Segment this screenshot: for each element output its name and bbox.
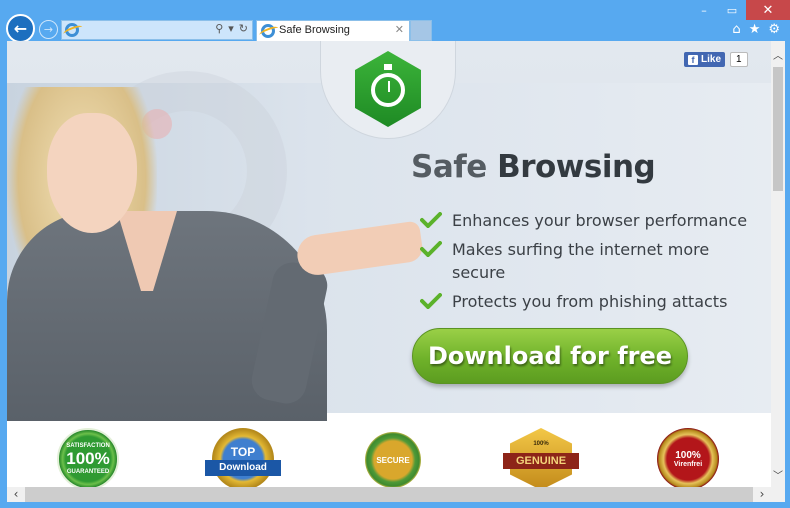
stopwatch-icon	[371, 73, 405, 107]
search-icon[interactable]: ⚲	[215, 22, 223, 35]
like-count: 1	[730, 52, 748, 67]
badge-ribbon: GENUINE	[503, 453, 579, 469]
scroll-up-icon[interactable]: ︿	[771, 49, 785, 65]
badge-main-text: 100%	[675, 450, 701, 461]
feature-text: Enhances your browser performance	[452, 211, 748, 230]
forward-button[interactable]: →	[39, 20, 58, 39]
dropdown-icon[interactable]: ▾	[228, 22, 234, 35]
new-tab-button[interactable]	[410, 20, 432, 41]
feature-item: Makes surfing the internet more secure	[420, 238, 750, 284]
address-tools: ⚲ ▾ ↻	[215, 22, 248, 35]
ie-page-icon	[65, 23, 79, 37]
badge-top-text: 100%	[533, 441, 549, 447]
window-controls: – ▭ ✕	[690, 0, 790, 20]
badge-virenfrei: 100% Virenfrei	[657, 428, 719, 487]
feature-text: Protects you from phishing attacts	[452, 292, 728, 311]
close-window-button[interactable]: ✕	[746, 0, 790, 20]
minimize-button[interactable]: –	[690, 0, 718, 20]
maximize-icon: ▭	[726, 3, 738, 17]
address-bar[interactable]: ⚲ ▾ ↻	[61, 20, 253, 40]
refresh-icon[interactable]: ↻	[239, 22, 248, 35]
vertical-scrollbar[interactable]: ︿ ﹀	[771, 41, 785, 487]
tab-ie-icon	[261, 24, 275, 38]
scroll-right-icon[interactable]: ›	[753, 487, 771, 502]
badge-main-text: 100%	[66, 449, 110, 468]
checkmark-icon	[420, 212, 442, 228]
page-viewport: f Like 1 Safe Browsing Enhances your bro…	[7, 41, 771, 487]
feature-text: Makes surfing the internet more secure	[452, 240, 710, 282]
settings-gear-icon[interactable]: ⚙	[768, 22, 780, 37]
product-title: Safe Browsing	[411, 149, 656, 185]
feature-item: Protects you from phishing attacts	[420, 290, 750, 313]
facebook-icon: f	[688, 54, 698, 65]
facebook-like-button[interactable]: f Like	[684, 52, 726, 67]
maximize-button[interactable]: ▭	[718, 0, 746, 20]
scrollbar-corner	[771, 487, 785, 502]
badge-top-text: TOP	[230, 445, 256, 459]
home-icon[interactable]: ⌂	[732, 22, 740, 37]
tab-label: Safe Browsing	[279, 24, 350, 36]
scroll-down-icon[interactable]: ﹀	[771, 469, 785, 485]
badge-main-text: SECURE	[376, 455, 410, 465]
badge-satisfaction-guaranteed: SATISFACTION 100% GUARANTEED	[57, 428, 119, 487]
title-word-1: Safe	[411, 149, 487, 185]
badge-secure: SECURE	[365, 432, 421, 487]
minimize-icon: –	[701, 3, 707, 17]
back-button[interactable]: ←	[6, 14, 35, 43]
badge-ribbon: Download	[205, 460, 281, 476]
feature-item: Enhances your browser performance	[420, 209, 750, 232]
tab-close-icon[interactable]: ✕	[395, 23, 404, 36]
facebook-like-widget: f Like 1	[684, 52, 748, 67]
tab-safe-browsing[interactable]: Safe Browsing ✕	[256, 20, 410, 41]
download-button[interactable]: Download for free	[412, 328, 688, 384]
feature-list: Enhances your browser performance Makes …	[420, 209, 750, 319]
checkmark-icon	[420, 241, 442, 257]
stopwatch-crown-icon	[384, 64, 392, 70]
horizontal-scrollbar[interactable]: ‹ ›	[7, 487, 771, 502]
browser-tools: ⌂ ★ ⚙	[732, 22, 780, 37]
badge-bottom-text: GUARANTEED	[66, 469, 110, 475]
forward-arrow-icon: →	[43, 23, 54, 36]
badge-top-download: TOP	[212, 428, 274, 487]
vertical-scroll-thumb[interactable]	[773, 67, 783, 191]
scroll-left-icon[interactable]: ‹	[7, 487, 25, 502]
close-icon: ✕	[762, 2, 774, 18]
woman-face	[47, 113, 137, 233]
title-word-2: Browsing	[497, 149, 656, 185]
badge-bottom-text: Virenfrei	[673, 461, 703, 468]
checkmark-icon	[420, 293, 442, 309]
favorites-star-icon[interactable]: ★	[749, 22, 761, 37]
back-arrow-icon: ←	[13, 19, 28, 38]
like-label: Like	[701, 54, 722, 65]
